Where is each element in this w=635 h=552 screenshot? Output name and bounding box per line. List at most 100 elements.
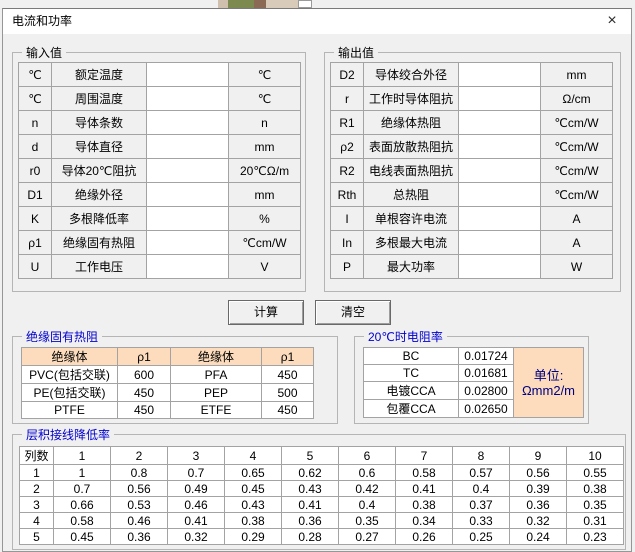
- output-unit-6: A: [541, 207, 613, 231]
- derating-cell-1-4: 0.43: [282, 481, 339, 497]
- output-symbol-0: D2: [331, 63, 364, 87]
- output-field-8: [459, 255, 541, 279]
- input-field-6[interactable]: [147, 207, 229, 231]
- input-row: U工作电压 V: [19, 255, 301, 279]
- resistivity-material-3: 包覆CCA: [364, 400, 459, 418]
- derating-cell-1-5: 0.42: [339, 481, 396, 497]
- derating-col-header-3: 4: [225, 447, 282, 465]
- derating-cell-4-2: 0.32: [168, 529, 225, 545]
- thermal-cell-0-3: 450: [262, 366, 314, 384]
- derating-cell-4-3: 0.29: [225, 529, 282, 545]
- output-row: ρ2表面放散热阻抗℃cm/W: [331, 135, 613, 159]
- thermal-cell-1-2: PEP: [171, 384, 262, 402]
- input-unit-5: mm: [229, 183, 301, 207]
- input-field-3[interactable]: [147, 135, 229, 159]
- window-title: 电流和功率: [12, 9, 72, 34]
- input-field-4[interactable]: [147, 159, 229, 183]
- derating-col-header-1: 2: [111, 447, 168, 465]
- derating-cell-2-0: 0.66: [54, 497, 111, 513]
- resistivity-table: BC0.01724单位:Ωmm2/mTC0.01681电镀CCA0.02800包…: [363, 347, 584, 418]
- derating-row: 40.580.460.410.380.360.350.340.330.320.3…: [20, 513, 624, 529]
- fragment-block: [298, 0, 312, 8]
- output-unit-4: ℃cm/W: [541, 159, 613, 183]
- derating-row: 30.660.530.460.430.410.40.380.370.360.35: [20, 497, 624, 513]
- derating-cell-4-6: 0.26: [396, 529, 453, 545]
- input-field-7[interactable]: [147, 231, 229, 255]
- derating-cell-2-2: 0.46: [168, 497, 225, 513]
- input-label-8: 工作电压: [52, 255, 147, 279]
- derating-cell-3-3: 0.38: [225, 513, 282, 529]
- derating-table: 列数12345678910110.80.70.650.620.60.580.57…: [19, 446, 624, 545]
- input-field-8[interactable]: [147, 255, 229, 279]
- input-field-0[interactable]: [147, 63, 229, 87]
- thermal-cell-1-3: 500: [262, 384, 314, 402]
- output-unit-3: ℃cm/W: [541, 135, 613, 159]
- derating-cell-4-7: 0.25: [453, 529, 510, 545]
- derating-cell-4-9: 0.23: [567, 529, 624, 545]
- output-field-2: [459, 111, 541, 135]
- derating-row-label-3: 4: [20, 513, 54, 529]
- derating-header-row: 列数12345678910: [20, 447, 624, 465]
- output-symbol-3: ρ2: [331, 135, 364, 159]
- input-field-1[interactable]: [147, 87, 229, 111]
- thermal-cell-2-1: 450: [118, 402, 171, 419]
- thermal-group-title: 绝缘固有热阻: [22, 328, 102, 345]
- derating-cell-4-0: 0.45: [54, 529, 111, 545]
- input-label-5: 绝缘外径: [52, 183, 147, 207]
- derating-cell-1-2: 0.49: [168, 481, 225, 497]
- output-unit-7: A: [541, 231, 613, 255]
- derating-cell-3-7: 0.33: [453, 513, 510, 529]
- derating-cell-4-4: 0.28: [282, 529, 339, 545]
- derating-cell-2-5: 0.4: [339, 497, 396, 513]
- input-row: r0导体20℃阻抗20℃Ω/m: [19, 159, 301, 183]
- input-row: ℃额定温度℃: [19, 63, 301, 87]
- derating-cell-0-3: 0.65: [225, 465, 282, 481]
- resistivity-group-title: 20℃时电阻率: [364, 328, 447, 345]
- derating-cell-0-2: 0.7: [168, 465, 225, 481]
- clear-button[interactable]: 清空: [315, 300, 391, 325]
- calculate-button[interactable]: 计算: [228, 300, 304, 325]
- output-symbol-2: R1: [331, 111, 364, 135]
- output-symbol-1: r: [331, 87, 364, 111]
- input-row: K多根降低率%: [19, 207, 301, 231]
- input-symbol-8: U: [19, 255, 52, 279]
- resistivity-value-2: 0.02800: [459, 382, 514, 400]
- derating-cell-3-0: 0.58: [54, 513, 111, 529]
- close-icon[interactable]: ×: [600, 10, 624, 32]
- resistivity-value-1: 0.01681: [459, 365, 514, 382]
- thermal-cell-0-0: PVC(包括交联): [22, 366, 118, 384]
- derating-cell-1-7: 0.4: [453, 481, 510, 497]
- thermal-header-2: 绝缘体: [171, 348, 262, 366]
- layered-wiring-derating-group: 层积接线降低率 列数12345678910110.80.70.650.620.6…: [12, 434, 626, 550]
- insulation-thermal-resistance-group: 绝缘固有热阻 绝缘体ρ1绝缘体ρ1PVC(包括交联)600PFA450PE(包括…: [12, 336, 338, 424]
- derating-col-header-4: 5: [282, 447, 339, 465]
- derating-cell-4-8: 0.24: [510, 529, 567, 545]
- derating-col-header-7: 8: [453, 447, 510, 465]
- output-label-4: 电线表面热阻抗: [364, 159, 459, 183]
- input-unit-8: V: [229, 255, 301, 279]
- input-unit-4: 20℃Ω/m: [229, 159, 301, 183]
- input-field-5[interactable]: [147, 183, 229, 207]
- thermal-cell-0-2: PFA: [171, 366, 262, 384]
- resistivity-row: BC0.01724单位:Ωmm2/m: [364, 348, 584, 365]
- input-row: d导体直径mm: [19, 135, 301, 159]
- thermal-cell-1-0: PE(包括交联): [22, 384, 118, 402]
- thermal-header-3: ρ1: [262, 348, 314, 366]
- output-field-5: [459, 183, 541, 207]
- resistivity-value-3: 0.02650: [459, 400, 514, 418]
- output-label-2: 绝缘体热阻: [364, 111, 459, 135]
- derating-col-header-2: 3: [168, 447, 225, 465]
- input-field-2[interactable]: [147, 111, 229, 135]
- output-unit-2: ℃cm/W: [541, 111, 613, 135]
- derating-col-header-0: 1: [54, 447, 111, 465]
- derating-row-label-2: 3: [20, 497, 54, 513]
- derating-col-header-6: 7: [396, 447, 453, 465]
- derating-row-label-4: 5: [20, 529, 54, 545]
- output-field-7: [459, 231, 541, 255]
- output-field-6: [459, 207, 541, 231]
- derating-cell-2-6: 0.38: [396, 497, 453, 513]
- derating-cell-1-6: 0.41: [396, 481, 453, 497]
- dialog-current-and-power: 电流和功率 × 输入值 ℃额定温度℃℃周围温度℃n导体条数nd导体直径mmr0导…: [2, 8, 632, 552]
- derating-cell-1-0: 0.7: [54, 481, 111, 497]
- derating-cell-0-8: 0.56: [510, 465, 567, 481]
